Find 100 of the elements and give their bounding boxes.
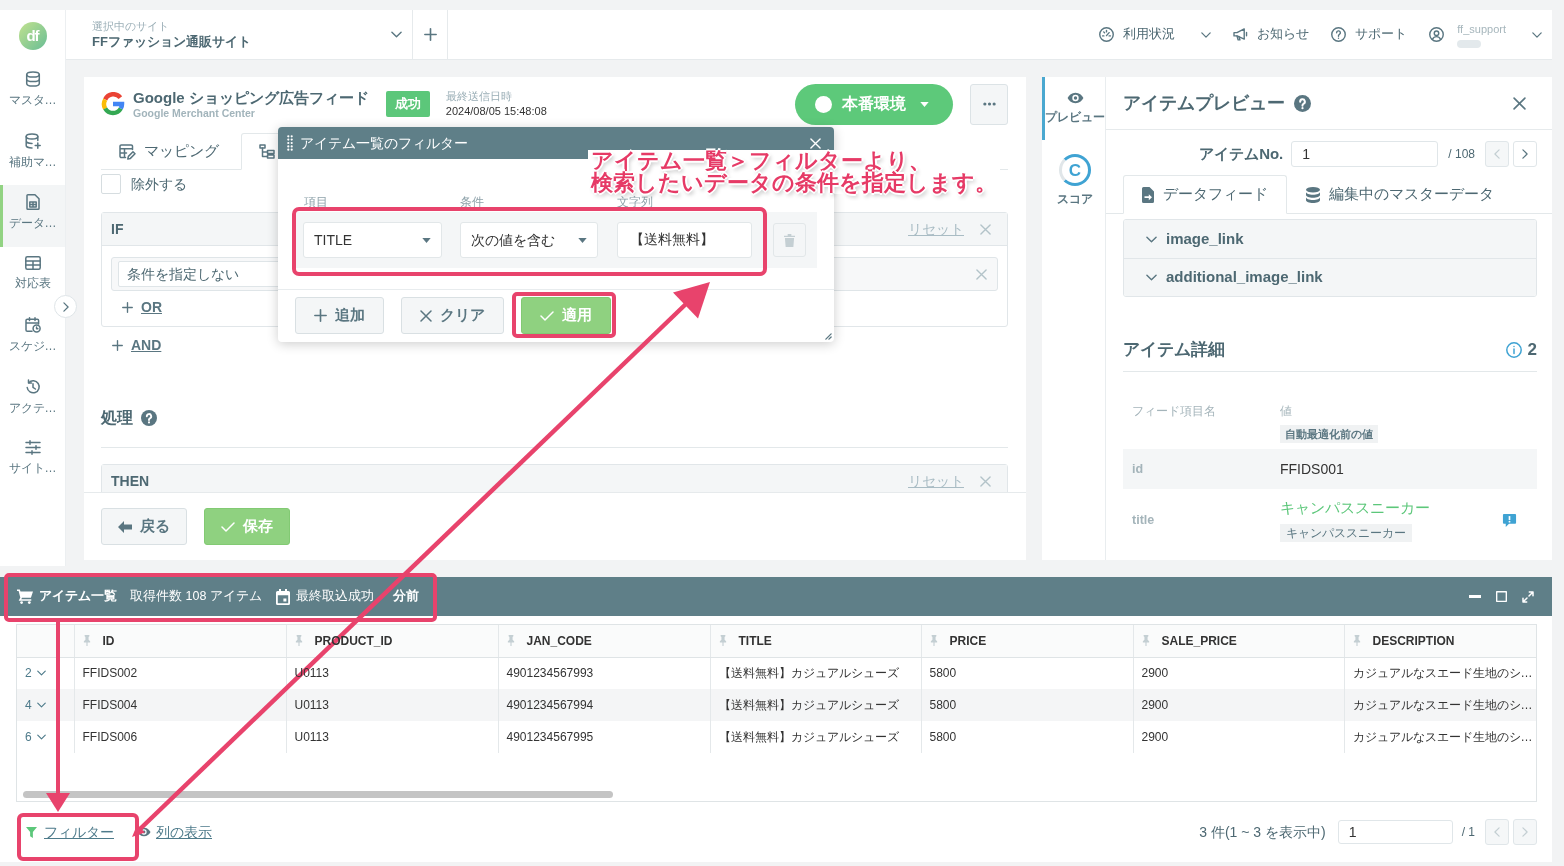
row-expander[interactable]: 6 — [25, 728, 46, 746]
delete-button[interactable] — [773, 223, 806, 257]
table-pencil-icon — [119, 143, 136, 160]
spreadsheet-file-icon — [25, 194, 40, 210]
help-icon[interactable] — [141, 410, 157, 426]
chevron-left-icon — [1494, 827, 1500, 837]
tab[interactable]: マッピング — [101, 133, 237, 170]
sidebar-item[interactable]: 補助マ… — [0, 123, 65, 185]
calendar-clock-icon — [24, 317, 41, 333]
header-menu-item[interactable]: お知らせ — [1233, 25, 1310, 44]
page-input[interactable]: 1 — [1337, 820, 1453, 844]
last-import-label: 最終取込成功 — [295, 588, 374, 606]
trash-icon — [784, 233, 795, 247]
clear-button[interactable]: クリア — [401, 297, 504, 334]
dialog-title: アイテム一覧のフィルター — [300, 133, 468, 153]
feed-subtitle: Google Merchant Center — [133, 106, 256, 120]
sliders-icon — [24, 440, 41, 455]
close-icon — [420, 309, 432, 322]
table-cell: 【送料無料】カジュアルシューズ — [710, 689, 921, 721]
add-button[interactable]: 追加 — [295, 297, 384, 334]
field-name: title — [1132, 511, 1156, 529]
tab[interactable]: 編集中のマスターデータ — [1287, 175, 1513, 214]
pin-icon — [1352, 635, 1361, 647]
ellipsis-icon — [982, 102, 996, 106]
arrow-left-icon — [118, 520, 132, 533]
multicolor-g-logo-icon — [101, 92, 125, 116]
fullscreen-icon[interactable] — [1522, 590, 1534, 603]
item-number-label: アイテムNo. — [1199, 143, 1284, 164]
history-icon — [24, 378, 41, 395]
pin-icon — [1141, 635, 1150, 647]
table-cell: カジュアルなスエード生地のシ… — [1344, 689, 1536, 721]
add-or-link[interactable]: OR — [122, 297, 162, 318]
table-cell: 5800 — [921, 689, 1133, 721]
sidebar-item[interactable]: データ… — [0, 185, 65, 247]
item-number-input[interactable]: 1 — [1291, 141, 1439, 167]
side-tab[interactable]: プレビュー — [1042, 77, 1105, 140]
header-menu-item[interactable]: 利用状況 — [1099, 25, 1212, 44]
row-expander[interactable]: 2 — [25, 664, 46, 683]
panel-title: アイテムプレビュー — [1123, 91, 1285, 115]
chevron-down-icon — [391, 31, 402, 38]
close-icon[interactable] — [1513, 96, 1526, 110]
column-label: 文字列 — [617, 195, 653, 209]
scrollbar-thumb[interactable] — [23, 791, 613, 798]
next-page-button[interactable] — [1513, 141, 1537, 167]
column-header[interactable]: PRICE — [921, 625, 1133, 657]
sidebar-item[interactable]: サイト… — [0, 431, 65, 493]
pin-icon — [929, 635, 938, 647]
plus-icon — [122, 302, 133, 313]
column-header: フィード項目名 — [1132, 403, 1216, 418]
table-cell: 2900 — [1133, 689, 1344, 721]
chevron-down-icon — [36, 734, 46, 740]
checkbox[interactable] — [101, 174, 121, 194]
table-cell: U0113 — [286, 721, 498, 753]
table-cell: 5800 — [921, 721, 1133, 753]
page-total: / 1 — [1461, 824, 1475, 841]
sidebar-item[interactable]: 対応表 — [0, 246, 65, 308]
tab[interactable]: データフィード — [1123, 175, 1287, 214]
last-import-suffix: 分前 — [392, 588, 419, 606]
minimize-icon[interactable] — [1469, 595, 1481, 598]
plus-icon — [423, 28, 437, 41]
accordion-row[interactable]: additional_image_link — [1124, 258, 1536, 296]
chevron-right-icon — [62, 301, 69, 312]
maximize-icon[interactable] — [1496, 591, 1507, 602]
funnel-icon — [26, 826, 37, 838]
pin-icon — [718, 635, 727, 647]
more-button[interactable] — [970, 83, 1008, 125]
accordion-row[interactable]: image_link — [1124, 220, 1536, 258]
chevron-right-icon — [1522, 149, 1528, 159]
header-menu-item[interactable]: サポート — [1331, 25, 1408, 44]
tree-icon — [259, 144, 275, 159]
add-and-link[interactable]: AND — [112, 334, 162, 356]
drag-handle-icon — [287, 135, 293, 151]
plus-icon — [314, 309, 327, 322]
condition-select[interactable]: 次の値を含む — [460, 222, 598, 258]
field-select[interactable]: TITLE — [303, 222, 442, 258]
column-header[interactable]: TITLE — [710, 625, 921, 657]
pin-icon — [294, 635, 303, 647]
caret-icon — [578, 237, 587, 243]
caret-icon — [422, 237, 431, 243]
last-sent-label: 最終送信日時 — [445, 89, 513, 103]
value-input[interactable]: 【送料無料】 — [617, 222, 752, 258]
table-cell: 【送料無料】カジュアルシューズ — [710, 721, 921, 753]
chevron-down-icon — [1146, 235, 1157, 243]
sidebar-item[interactable]: スケジ… — [0, 308, 65, 370]
comment-alert-icon[interactable] — [1502, 512, 1517, 528]
last-sent-time: 2024/08/05 15:48:08 — [445, 104, 547, 119]
column-header[interactable]: ID — [74, 625, 286, 657]
chevron-right-icon — [1522, 827, 1528, 837]
column-header[interactable]: JAN_CODE — [498, 625, 710, 657]
back-button[interactable]: 戻る — [101, 508, 187, 545]
remove-icon[interactable] — [976, 268, 987, 280]
chevron-left-icon — [1494, 149, 1500, 159]
detail-count: 2 — [1527, 339, 1537, 361]
table-cell: 4901234567995 — [498, 721, 710, 753]
column-header[interactable]: SALE_PRICE — [1133, 625, 1344, 657]
help-icon[interactable] — [1294, 94, 1311, 112]
sidebar-item[interactable]: アクテ… — [0, 369, 65, 431]
annotation-text: アイテム一覧＞フィルターより、 検索したいデータの条件を指定します。 — [588, 150, 1000, 194]
column-header[interactable]: DESCRIPTION — [1344, 625, 1536, 657]
sidebar-item[interactable]: マスタ… — [0, 62, 65, 124]
